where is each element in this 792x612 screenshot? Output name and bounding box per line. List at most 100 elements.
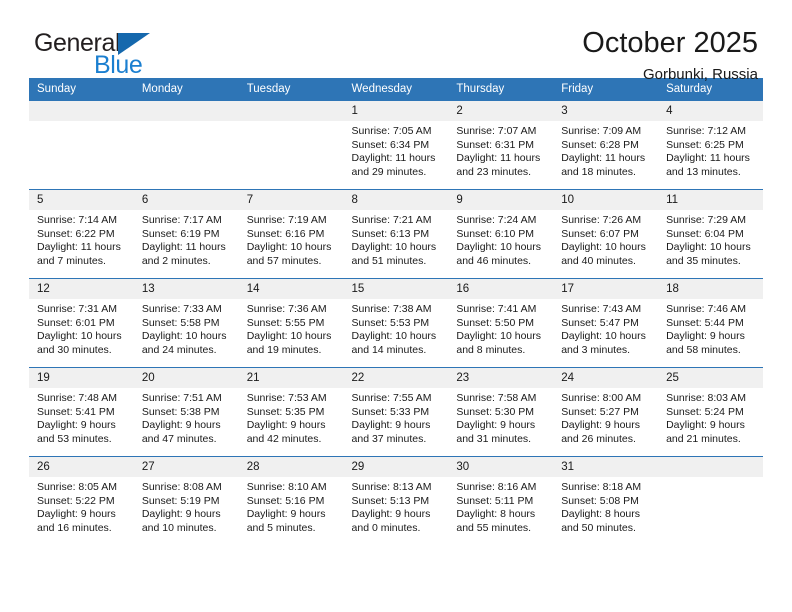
daylight-duration-line2: and 40 minutes. — [561, 254, 636, 267]
calendar-day-cell[interactable]: 21 Sunrise: 7:53 AM Sunset: 5:35 PM Dayligh… — [238, 367, 344, 457]
day-number: 23 — [448, 368, 554, 388]
sunrise-time: Sunrise: 8:03 AM — [666, 392, 747, 404]
calendar-day-cell-empty — [133, 100, 239, 190]
daylight-duration-line1: Daylight: 9 hours — [141, 508, 221, 521]
day-number: 12 — [29, 279, 134, 299]
sunset-time: Sunset: 5:19 PM — [141, 494, 220, 507]
calendar-day-cell[interactable]: 31 Sunrise: 8:18 AM Sunset: 5:08 PM Dayligh… — [553, 456, 659, 546]
sunrise-time: Sunrise: 7:38 AM — [351, 303, 432, 315]
calendar-week-row: 19 Sunrise: 7:48 AM Sunset: 5:41 PM Dayligh… — [29, 367, 763, 457]
day-details: Sunrise: 8:16 AM Sunset: 5:11 PM Daylight:… — [448, 477, 553, 535]
sunrise-time: Sunrise: 7:05 AM — [351, 125, 432, 137]
daylight-duration-line2: and 51 minutes. — [351, 254, 427, 267]
calendar-day-cell[interactable]: 7 Sunrise: 7:19 AM Sunset: 6:16 PM Daylight… — [238, 189, 344, 279]
day-number: 8 — [343, 190, 449, 210]
sunrise-time: Sunrise: 7:53 AM — [246, 392, 327, 404]
day-number: 27 — [133, 457, 239, 477]
calendar-day-cell[interactable]: 11 Sunrise: 7:29 AM Sunset: 6:04 PM Dayligh… — [658, 189, 763, 279]
daylight-duration-line1: Daylight: 10 hours — [456, 241, 542, 254]
daylight-duration-line1: Daylight: 9 hours — [351, 419, 431, 432]
daylight-duration-line1: Daylight: 9 hours — [351, 508, 431, 521]
daylight-duration-line2: and 42 minutes. — [246, 432, 322, 445]
sunrise-time: Sunrise: 7:58 AM — [456, 392, 537, 404]
weekday-header-sunday: Sunday — [29, 78, 134, 101]
sunrise-time: Sunrise: 8:00 AM — [561, 392, 642, 404]
daylight-duration-line1: Daylight: 11 hours — [351, 152, 436, 165]
calendar-day-cell[interactable]: 14 Sunrise: 7:36 AM Sunset: 5:55 PM Dayligh… — [238, 278, 344, 368]
calendar-day-cell[interactable]: 12 Sunrise: 7:31 AM Sunset: 6:01 PM Dayligh… — [29, 278, 134, 368]
calendar-day-cell[interactable]: 13 Sunrise: 7:33 AM Sunset: 5:58 PM Dayligh… — [133, 278, 239, 368]
calendar-day-cell[interactable]: 19 Sunrise: 7:48 AM Sunset: 5:41 PM Dayligh… — [29, 367, 134, 457]
sunrise-time: Sunrise: 7:43 AM — [561, 303, 642, 315]
daylight-duration-line1: Daylight: 11 hours — [666, 152, 750, 165]
day-details: Sunrise: 7:26 AM Sunset: 6:07 PM Daylight:… — [553, 210, 658, 268]
sunrise-time: Sunrise: 7:14 AM — [37, 214, 117, 226]
daylight-duration-line2: and 31 minutes. — [456, 432, 532, 445]
calendar-day-cell[interactable]: 5 Sunrise: 7:14 AM Sunset: 6:22 PM Daylight… — [29, 189, 134, 279]
calendar-day-cell[interactable]: 3 Sunrise: 7:09 AM Sunset: 6:28 PM Daylight… — [553, 100, 659, 190]
calendar-day-cell[interactable]: 25 Sunrise: 8:03 AM Sunset: 5:24 PM Dayligh… — [658, 367, 763, 457]
day-number: 15 — [343, 279, 449, 299]
sunrise-time: Sunrise: 7:26 AM — [561, 214, 642, 226]
day-number: 7 — [238, 190, 344, 210]
calendar-day-cell[interactable]: 18 Sunrise: 7:46 AM Sunset: 5:44 PM Dayligh… — [658, 278, 763, 368]
daylight-duration-line1: Daylight: 11 hours — [561, 152, 646, 165]
sunset-time: Sunset: 5:27 PM — [561, 405, 639, 418]
day-number: 24 — [553, 368, 659, 388]
sunrise-sunset-calendar: Sunday Monday Tuesday Wednesday Thursday Frid… — [29, 78, 763, 546]
calendar-day-cell[interactable]: 4 Sunrise: 7:12 AM Sunset: 6:25 PM Daylight… — [658, 100, 763, 190]
day-details: Sunrise: 8:10 AM Sunset: 5:16 PM Daylight:… — [239, 477, 344, 535]
day-details: Sunrise: 7:33 AM Sunset: 5:58 PM Daylight:… — [134, 299, 239, 357]
day-number: 18 — [658, 279, 763, 299]
sunset-time: Sunset: 5:44 PM — [666, 316, 744, 329]
daylight-duration-line1: Daylight: 8 hours — [456, 508, 536, 521]
sunset-time: Sunset: 6:25 PM — [666, 138, 744, 151]
day-details — [134, 121, 239, 125]
daylight-duration-line2: and 3 minutes. — [561, 343, 631, 356]
calendar-day-cell[interactable]: 1 Sunrise: 7:05 AM Sunset: 6:34 PM Daylight… — [343, 100, 449, 190]
calendar-day-cell[interactable]: 24 Sunrise: 8:00 AM Sunset: 5:27 PM Dayligh… — [553, 367, 659, 457]
calendar-day-cell[interactable]: 22 Sunrise: 7:55 AM Sunset: 5:33 PM Dayligh… — [343, 367, 449, 457]
page-title: October 2025 — [582, 27, 758, 59]
day-number: 3 — [553, 101, 659, 121]
day-details: Sunrise: 7:17 AM Sunset: 6:19 PM Daylight:… — [134, 210, 239, 268]
day-details: Sunrise: 7:46 AM Sunset: 5:44 PM Daylight:… — [658, 299, 763, 357]
day-details: Sunrise: 7:48 AM Sunset: 5:41 PM Daylight:… — [29, 388, 134, 446]
calendar-day-cell[interactable]: 28 Sunrise: 8:10 AM Sunset: 5:16 PM Dayligh… — [238, 456, 344, 546]
calendar-day-cell[interactable]: 30 Sunrise: 8:16 AM Sunset: 5:11 PM Dayligh… — [448, 456, 554, 546]
calendar-day-cell[interactable]: 8 Sunrise: 7:21 AM Sunset: 6:13 PM Daylight… — [343, 189, 449, 279]
daylight-duration-line2: and 0 minutes. — [351, 521, 421, 534]
calendar-day-cell[interactable]: 20 Sunrise: 7:51 AM Sunset: 5:38 PM Dayligh… — [133, 367, 239, 457]
calendar-day-cell[interactable]: 9 Sunrise: 7:24 AM Sunset: 6:10 PM Daylight… — [448, 189, 554, 279]
sunrise-time: Sunrise: 7:24 AM — [456, 214, 537, 226]
daylight-duration-line1: Daylight: 9 hours — [37, 508, 116, 521]
calendar-day-cell[interactable]: 17 Sunrise: 7:43 AM Sunset: 5:47 PM Dayligh… — [553, 278, 659, 368]
calendar-day-cell[interactable]: 27 Sunrise: 8:08 AM Sunset: 5:19 PM Dayligh… — [133, 456, 239, 546]
daylight-duration-line1: Daylight: 10 hours — [37, 330, 122, 343]
daylight-duration-line1: Daylight: 9 hours — [666, 419, 745, 432]
calendar-day-cell[interactable]: 2 Sunrise: 7:07 AM Sunset: 6:31 PM Daylight… — [448, 100, 554, 190]
calendar-day-cell[interactable]: 16 Sunrise: 7:41 AM Sunset: 5:50 PM Dayligh… — [448, 278, 554, 368]
daylight-duration-line1: Daylight: 11 hours — [456, 152, 541, 165]
calendar-day-cell[interactable]: 29 Sunrise: 8:13 AM Sunset: 5:13 PM Dayligh… — [343, 456, 449, 546]
daylight-duration-line2: and 24 minutes. — [141, 343, 217, 356]
sunset-time: Sunset: 5:24 PM — [666, 405, 744, 418]
daylight-duration-line1: Daylight: 8 hours — [561, 508, 641, 521]
calendar-day-cell[interactable]: 6 Sunrise: 7:17 AM Sunset: 6:19 PM Daylight… — [133, 189, 239, 279]
calendar-day-cell[interactable]: 15 Sunrise: 7:38 AM Sunset: 5:53 PM Dayligh… — [343, 278, 449, 368]
calendar-day-cell[interactable]: 10 Sunrise: 7:26 AM Sunset: 6:07 PM Dayligh… — [553, 189, 659, 279]
calendar-day-cell[interactable]: 26 Sunrise: 8:05 AM Sunset: 5:22 PM Dayligh… — [29, 456, 134, 546]
day-number: 28 — [238, 457, 344, 477]
weekday-header-monday: Monday — [133, 78, 239, 101]
day-number — [133, 101, 239, 121]
general-blue-logo: General Blue — [34, 26, 151, 78]
daylight-duration-line2: and 35 minutes. — [666, 254, 741, 267]
daylight-duration-line2: and 16 minutes. — [37, 521, 112, 534]
calendar-day-cell[interactable]: 23 Sunrise: 7:58 AM Sunset: 5:30 PM Dayligh… — [448, 367, 554, 457]
weekday-header-tuesday: Tuesday — [238, 78, 344, 101]
daylight-duration-line1: Daylight: 10 hours — [456, 330, 542, 343]
sunset-time: Sunset: 5:50 PM — [456, 316, 535, 329]
calendar-week-row: 5 Sunrise: 7:14 AM Sunset: 6:22 PM Daylight… — [29, 189, 763, 279]
day-number — [29, 101, 134, 121]
day-details: Sunrise: 7:09 AM Sunset: 6:28 PM Daylight:… — [553, 121, 658, 179]
